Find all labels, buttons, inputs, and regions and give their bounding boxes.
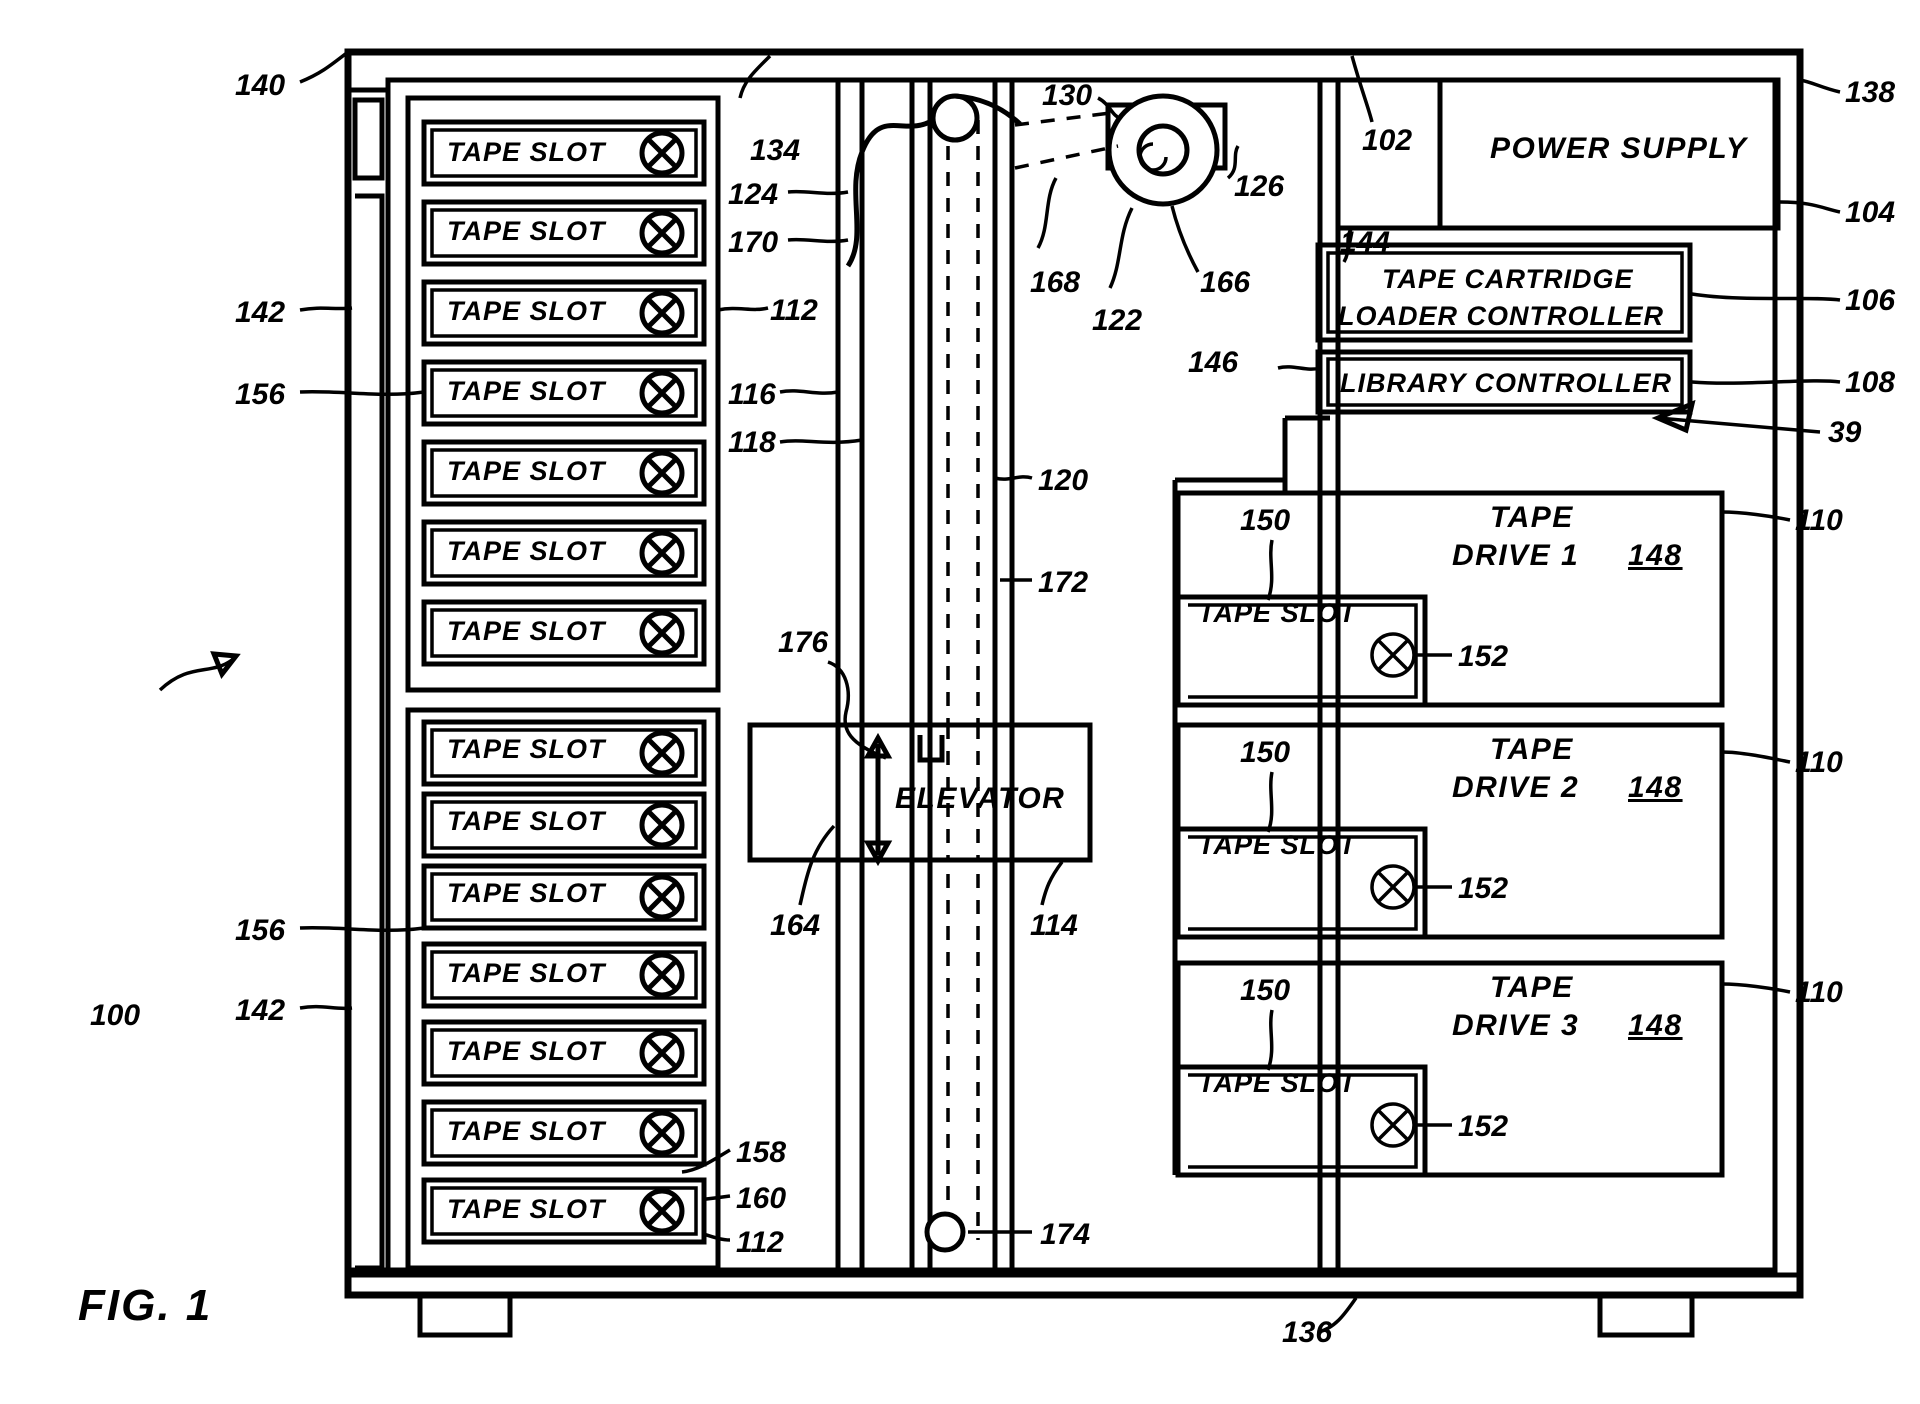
ref-126: 126 xyxy=(1234,170,1284,203)
ref-138: 138 xyxy=(1845,76,1895,109)
ref-114: 114 xyxy=(1030,909,1078,942)
drive-name-line1: TAPE xyxy=(1490,733,1574,766)
upper-slot-labels: TAPE SLOT TAPE SLOT TAPE SLOT TAPE SLOT … xyxy=(447,137,607,646)
ref-168: 168 xyxy=(1030,266,1080,299)
drive-number: 148 xyxy=(1628,771,1683,804)
ref-150-c: 150 xyxy=(1240,974,1290,1007)
tape-slot-label: TAPE SLOT xyxy=(447,616,607,646)
figure-caption: FIG. 1 xyxy=(78,1281,212,1330)
drive-name-line2: DRIVE 2 xyxy=(1452,771,1579,804)
ref-100: 100 xyxy=(90,999,140,1032)
tape-slot-label: TAPE SLOT xyxy=(447,456,607,486)
drive-slot-label: TAPE SLOT xyxy=(1198,1068,1358,1098)
ref-166: 166 xyxy=(1200,266,1250,299)
drive-slot-label: TAPE SLOT xyxy=(1198,598,1358,628)
ref-110-a: 110 xyxy=(1795,504,1843,537)
figure-text-layer: FIG. 1 TAPE SLOT TAPE SLOT TAPE SLOT TAP… xyxy=(78,69,1895,1349)
ref-134: 134 xyxy=(750,134,800,167)
ref-172: 172 xyxy=(1038,566,1088,599)
ref-156-upper: 156 xyxy=(235,378,285,411)
ref-158: 158 xyxy=(736,1136,786,1169)
ref-120: 120 xyxy=(1038,464,1088,497)
ref-176: 176 xyxy=(778,626,828,659)
loader-controller-label-line1: TAPE CARTRIDGE xyxy=(1382,264,1634,294)
tape-slot-label: TAPE SLOT xyxy=(447,1194,607,1224)
ref-142-lower: 142 xyxy=(235,994,285,1027)
ref-150-a: 150 xyxy=(1240,504,1290,537)
tape-slot-label: TAPE SLOT xyxy=(447,806,607,836)
ref-150-b: 150 xyxy=(1240,736,1290,769)
ref-106: 106 xyxy=(1845,284,1895,317)
ref-112-lower: 112 xyxy=(736,1226,784,1259)
ref-152-a: 152 xyxy=(1458,640,1508,673)
drive-name-line2: DRIVE 3 xyxy=(1452,1009,1579,1042)
ref-144: 144 xyxy=(1340,226,1390,259)
tape-slot-label: TAPE SLOT xyxy=(447,296,607,326)
ref-152-c: 152 xyxy=(1458,1110,1508,1143)
ref-156-lower: 156 xyxy=(235,914,285,947)
tape-slot-label: TAPE SLOT xyxy=(447,376,607,406)
ref-136: 136 xyxy=(1282,1316,1332,1349)
ref-160: 160 xyxy=(736,1182,786,1215)
ref-102: 102 xyxy=(1362,124,1412,157)
ref-110-b: 110 xyxy=(1795,746,1843,779)
tape-slot-label: TAPE SLOT xyxy=(447,1116,607,1146)
tape-slot-label: TAPE SLOT xyxy=(447,734,607,764)
tape-slot-label: TAPE SLOT xyxy=(447,1036,607,1066)
ref-140: 140 xyxy=(235,69,285,102)
ref-108: 108 xyxy=(1845,366,1895,399)
elevator-label: ELEVATOR xyxy=(895,782,1065,815)
ref-164: 164 xyxy=(770,909,820,942)
drive-number: 148 xyxy=(1628,539,1683,572)
drive-name-line2: DRIVE 1 xyxy=(1452,539,1579,572)
ref-104: 104 xyxy=(1845,196,1895,229)
drive-slot-label: TAPE SLOT xyxy=(1198,830,1358,860)
ref-39: 39 xyxy=(1828,416,1862,449)
power-supply-label: POWER SUPPLY xyxy=(1490,132,1749,165)
ref-124: 124 xyxy=(728,178,778,211)
drive-number: 148 xyxy=(1628,1009,1683,1042)
library-controller-label: LIBRARY CONTROLLER xyxy=(1340,368,1672,398)
ref-130: 130 xyxy=(1042,79,1092,112)
tape-slot-label: TAPE SLOT xyxy=(447,878,607,908)
drive-name-line1: TAPE xyxy=(1490,501,1574,534)
ref-116: 116 xyxy=(728,378,776,411)
tape-slot-label: TAPE SLOT xyxy=(447,536,607,566)
tape-slot-label: TAPE SLOT xyxy=(447,137,607,167)
ref-174: 174 xyxy=(1040,1218,1090,1251)
ref-122: 122 xyxy=(1092,304,1142,337)
loader-controller-label-line2: LOADER CONTROLLER xyxy=(1338,301,1664,331)
tape-slot-label: TAPE SLOT xyxy=(447,958,607,988)
ref-142-upper: 142 xyxy=(235,296,285,329)
ref-152-b: 152 xyxy=(1458,872,1508,905)
ref-112-upper: 112 xyxy=(770,294,818,327)
patent-figure-canvas: FIG. 1 TAPE SLOT TAPE SLOT TAPE SLOT TAP… xyxy=(0,0,1920,1404)
lower-slot-labels: TAPE SLOT TAPE SLOT TAPE SLOT TAPE SLOT … xyxy=(447,734,607,1224)
ref-170: 170 xyxy=(728,226,778,259)
tape-slot-label: TAPE SLOT xyxy=(447,216,607,246)
drive-name-line1: TAPE xyxy=(1490,971,1574,1004)
ref-146: 146 xyxy=(1188,346,1238,379)
ref-110-c: 110 xyxy=(1795,976,1843,1009)
ref-118: 118 xyxy=(728,426,776,459)
